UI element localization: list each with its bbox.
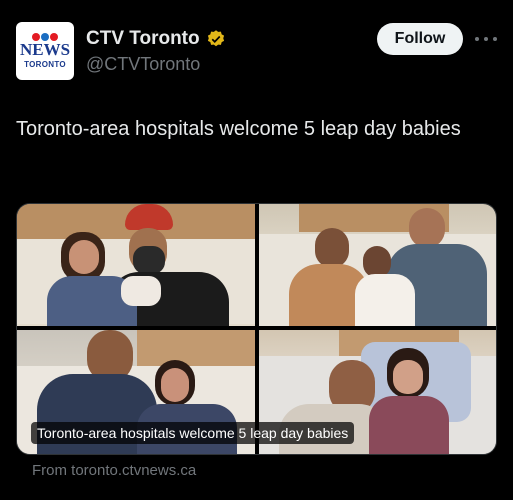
family-photo-2 [259,204,496,326]
follow-button[interactable]: Follow [377,23,463,55]
family-photo-1 [17,204,255,326]
account-avatar[interactable]: NEWS TORONTO [16,22,74,80]
tweet-text: Toronto-area hospitals welcome 5 leap da… [16,118,461,140]
verified-badge-icon [207,30,224,47]
avatar-city-text: TORONTO [24,60,66,69]
avatar-news-text: NEWS [19,40,71,59]
account-name-row: CTV Toronto [86,28,226,50]
account-handle[interactable]: @CTVToronto [86,54,200,75]
card-source-link[interactable]: From toronto.ctvnews.ca [32,462,196,479]
more-options-icon[interactable] [475,29,497,49]
card-caption: Toronto-area hospitals welcome 5 leap da… [31,422,355,444]
link-card[interactable]: Toronto-area hospitals welcome 5 leap da… [16,203,497,455]
display-name[interactable]: CTV Toronto [86,28,200,50]
